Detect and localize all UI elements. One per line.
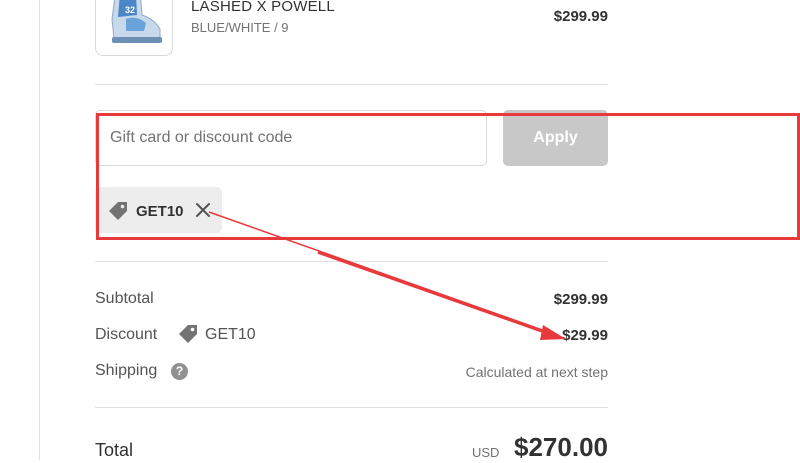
applied-discount-code: GET10 bbox=[136, 203, 184, 220]
close-icon[interactable] bbox=[193, 200, 213, 220]
product-thumbnail: 32 bbox=[95, 0, 173, 56]
product-variant: BLUE/WHITE / 9 bbox=[191, 20, 289, 35]
tag-icon bbox=[179, 325, 197, 343]
discount-value: $29.99 bbox=[562, 327, 608, 344]
discount-code-input[interactable] bbox=[95, 110, 487, 166]
applied-discount-chip: GET10 bbox=[95, 187, 222, 233]
section-divider bbox=[95, 84, 608, 85]
product-name: LASHED X POWELL bbox=[191, 0, 335, 15]
total-currency: USD bbox=[472, 445, 500, 460]
total-amount: $270.00 bbox=[514, 432, 608, 462]
product-price: $299.99 bbox=[553, 8, 608, 25]
snowboard-boot-image: 32 bbox=[111, 0, 162, 43]
svg-text:32: 32 bbox=[125, 5, 135, 15]
discount-label: Discount bbox=[95, 326, 158, 343]
discount-code-label: GET10 bbox=[205, 326, 256, 343]
shipping-label: Shipping bbox=[95, 362, 158, 379]
tag-icon bbox=[109, 202, 127, 220]
subtotal-value: $299.99 bbox=[553, 291, 608, 308]
shipping-note: Calculated at next step bbox=[465, 364, 608, 380]
sidebar-divider bbox=[39, 0, 40, 460]
help-icon[interactable]: ? bbox=[171, 363, 188, 380]
section-divider bbox=[95, 407, 608, 408]
total-label: Total bbox=[95, 440, 134, 460]
section-divider bbox=[95, 261, 608, 262]
subtotal-label: Subtotal bbox=[95, 290, 154, 307]
apply-button[interactable]: Apply bbox=[503, 110, 608, 166]
